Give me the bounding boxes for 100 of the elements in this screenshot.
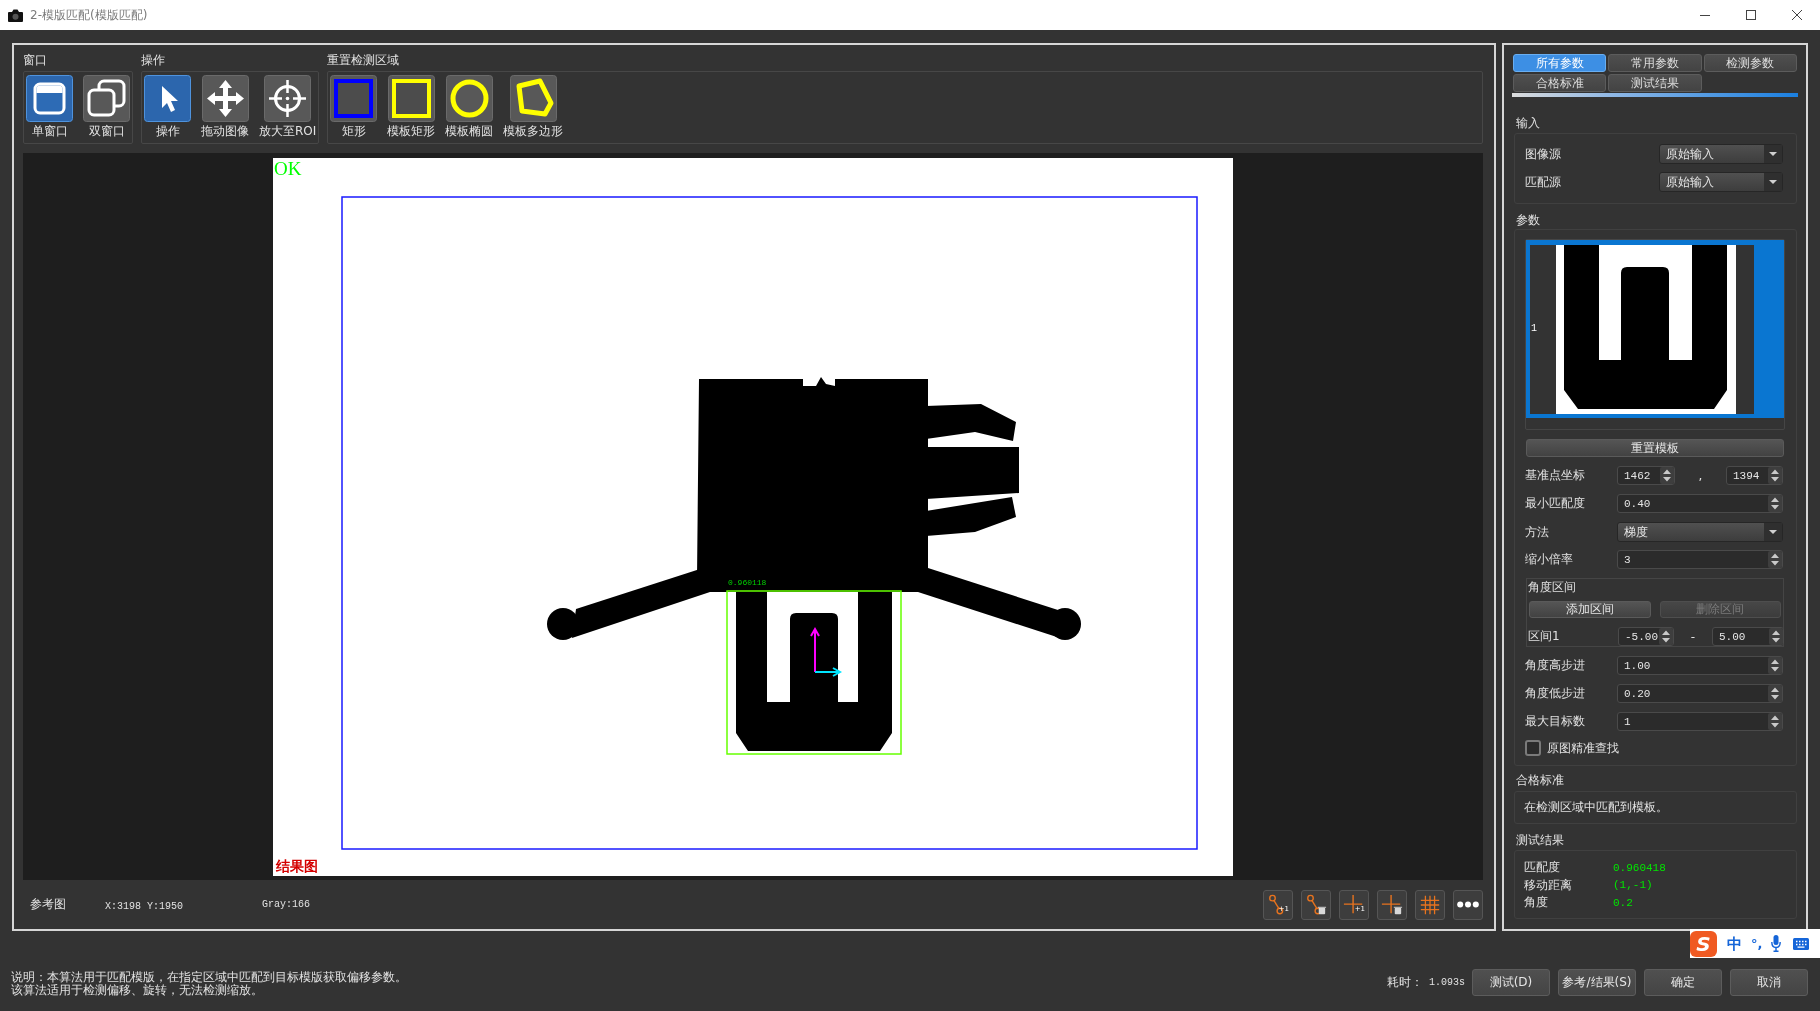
- line-segment-delete-icon: [1305, 893, 1327, 916]
- dropdown[interactable]: 原始输入: [1659, 172, 1783, 192]
- number-field[interactable]: 0.40: [1617, 494, 1783, 513]
- field-label: 匹配源: [1525, 173, 1561, 191]
- template-preview[interactable]: 1: [1526, 240, 1784, 418]
- section-title: 合格标准: [1515, 772, 1564, 788]
- field-label: 最小匹配度: [1525, 495, 1585, 512]
- tab[interactable]: 测试结果: [1608, 74, 1702, 92]
- maximize-icon[interactable]: [1746, 10, 1756, 20]
- tab[interactable]: 检测参数: [1703, 54, 1797, 72]
- microphone-icon[interactable]: [1771, 935, 1782, 952]
- toolbar-button[interactable]: 操作: [144, 75, 191, 141]
- dropdown[interactable]: 原始输入: [1659, 144, 1783, 164]
- elapsed-label: 耗时：: [1387, 974, 1423, 991]
- toolbar-button[interactable]: 模板椭圆: [445, 75, 494, 141]
- more-icon: [1457, 901, 1479, 908]
- camera-icon: [7, 7, 24, 23]
- grid-icon: [1419, 893, 1441, 916]
- spin-arrows-icon[interactable]: [1768, 551, 1782, 568]
- toolbar-button[interactable]: 模板矩形: [387, 75, 436, 141]
- spin-arrows-icon[interactable]: [1660, 467, 1674, 484]
- toolbar-button[interactable]: 拖动图像: [201, 75, 249, 141]
- y-axis-arrow: [810, 626, 820, 673]
- description-text: 该算法适用于检测偏移、旋转，无法检测缩放。: [11, 984, 263, 997]
- toolbar-button[interactable]: 放大至ROI: [259, 75, 317, 141]
- footer-button[interactable]: 参考/结果(S): [1558, 969, 1636, 996]
- dropdown[interactable]: 梯度: [1617, 522, 1783, 542]
- description-text: 说明：本算法用于匹配模版，在指定区域中匹配到目标模版获取偏移参数。: [11, 971, 407, 984]
- result-value: 0.960418: [1613, 861, 1666, 874]
- field-label: 方法: [1525, 523, 1549, 541]
- cross-lines-delete-icon: [1381, 893, 1403, 916]
- number-field[interactable]: 1.00: [1617, 656, 1783, 675]
- result-value: 0.2: [1613, 896, 1633, 909]
- result-label: 移动距离: [1524, 876, 1572, 894]
- window-title: 2-模版匹配(模版匹配): [30, 6, 148, 24]
- status-label: OK: [274, 158, 302, 179]
- separator-label: -: [1690, 629, 1696, 644]
- spin-arrows-icon[interactable]: [1768, 657, 1782, 674]
- group-label: 角度区间: [1528, 579, 1576, 595]
- caret-icon[interactable]: [1764, 173, 1782, 191]
- field-label: 角度高步进: [1525, 657, 1585, 674]
- group-label: 操作: [141, 52, 165, 68]
- section-title: 参数: [1515, 212, 1540, 228]
- ime-mode-label[interactable]: 中: [1727, 935, 1742, 952]
- field-label: 缩小倍率: [1525, 551, 1573, 568]
- result-label: 匹配度: [1524, 859, 1560, 877]
- elapsed-value: 1.093s: [1429, 977, 1465, 988]
- field-label: 角度低步进: [1525, 685, 1585, 702]
- ime-punctuation-label[interactable]: °,: [1751, 936, 1763, 951]
- toolbar-button[interactable]: 模板多边形: [503, 75, 564, 141]
- keyboard-icon[interactable]: [1793, 937, 1810, 950]
- toolbar-button[interactable]: 双窗口: [83, 75, 130, 141]
- template-index-label: 1: [1531, 323, 1537, 334]
- spin-arrows-icon[interactable]: [1659, 628, 1673, 645]
- field-label: 图像源: [1525, 145, 1561, 163]
- view-tool-button[interactable]: [1301, 889, 1331, 920]
- number-field[interactable]: 1394: [1726, 466, 1783, 485]
- number-field[interactable]: -5.00: [1618, 627, 1674, 646]
- checkbox-label: 原图精准查找: [1547, 739, 1619, 757]
- tab[interactable]: 合格标准: [1513, 74, 1607, 92]
- spin-arrows-icon[interactable]: [1769, 628, 1783, 645]
- field-label: 基准点坐标: [1525, 467, 1585, 484]
- field-label: 区间1: [1528, 628, 1560, 645]
- toolbar-button[interactable]: 单窗口: [26, 75, 73, 141]
- caret-icon[interactable]: [1764, 145, 1782, 163]
- number-field[interactable]: 5.00: [1712, 627, 1784, 646]
- number-field[interactable]: 1462: [1617, 466, 1675, 485]
- number-field[interactable]: 0.20: [1617, 684, 1783, 703]
- section-title: 输入: [1515, 115, 1540, 131]
- result-value: (1,-1): [1613, 879, 1653, 892]
- view-tool-button[interactable]: [1377, 889, 1407, 920]
- cross-lines-icon: [1343, 893, 1365, 916]
- group-label: 重置检测区域: [327, 52, 400, 68]
- range-button[interactable]: 添加区间: [1529, 601, 1651, 618]
- caret-icon[interactable]: [1764, 523, 1782, 541]
- spin-arrows-icon[interactable]: [1768, 467, 1782, 484]
- view-label: 参考图: [30, 897, 66, 911]
- cursor-position: X:3198 Y:1950: [105, 900, 183, 912]
- section-title: 测试结果: [1515, 832, 1564, 848]
- field-label: 最大目标数: [1525, 713, 1585, 730]
- spin-arrows-icon[interactable]: [1768, 685, 1782, 702]
- number-field[interactable]: 3: [1617, 550, 1783, 569]
- footer-button[interactable]: 取消: [1730, 969, 1808, 996]
- reset-template-button[interactable]: 重置模板: [1526, 439, 1784, 457]
- footer-button[interactable]: 测试(D): [1472, 969, 1550, 996]
- toolbar-button[interactable]: 矩形: [330, 75, 378, 141]
- separator-label: ,: [1698, 468, 1703, 483]
- pixel-intensity-readout: Gray:166: [262, 899, 310, 910]
- checkbox[interactable]: [1525, 740, 1541, 756]
- image-caption: 结果图: [276, 857, 318, 874]
- tab[interactable]: 常用参数: [1608, 54, 1702, 72]
- view-tool-button[interactable]: [1453, 889, 1483, 920]
- criteria-text: 在检测区域中匹配到模板。: [1524, 799, 1668, 816]
- x-axis-arrow: [814, 666, 842, 677]
- spin-arrows-icon[interactable]: [1768, 495, 1782, 512]
- close-icon[interactable]: [1792, 10, 1802, 20]
- spin-arrows-icon[interactable]: [1768, 713, 1782, 730]
- result-label: 角度: [1524, 894, 1548, 912]
- footer-button[interactable]: 确定: [1644, 969, 1722, 996]
- number-field[interactable]: 1: [1617, 712, 1783, 731]
